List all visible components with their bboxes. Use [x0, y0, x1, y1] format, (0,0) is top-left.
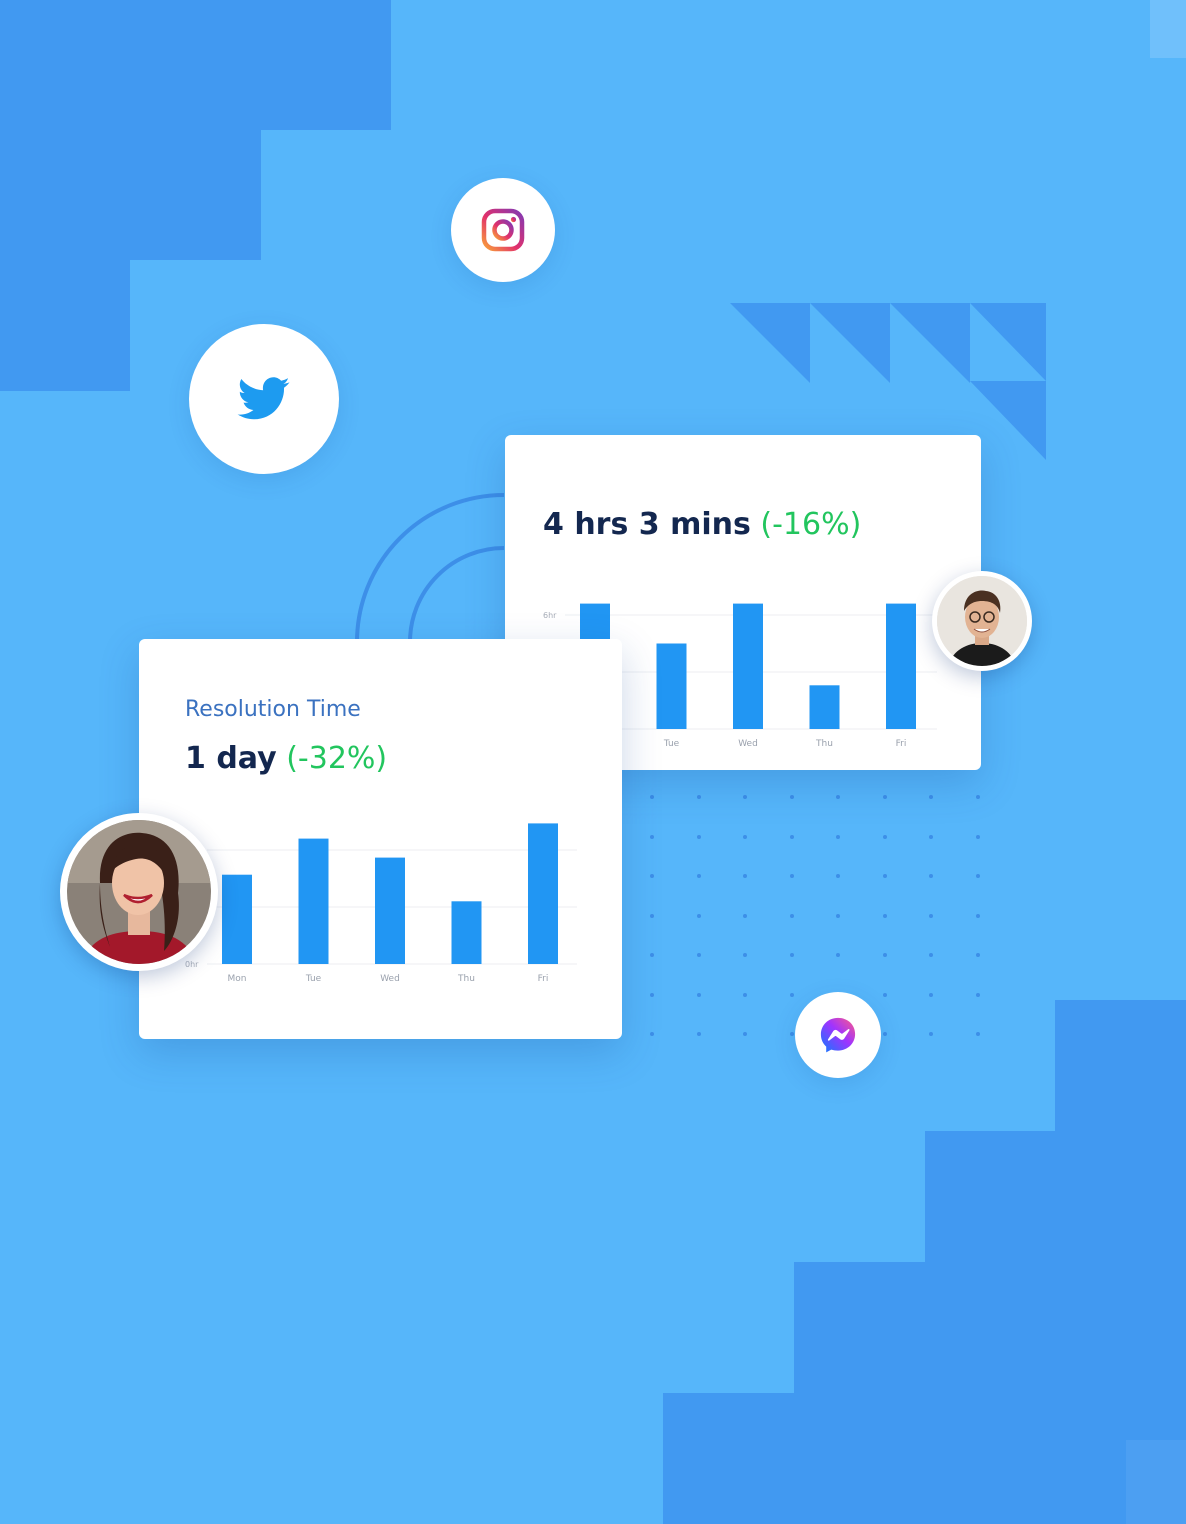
decor-dot	[696, 834, 701, 839]
decor-dot	[743, 1032, 747, 1036]
decor-step	[663, 1393, 1186, 1524]
bar-thu	[451, 901, 482, 964]
x-tick-label: Thu	[457, 974, 475, 984]
decor-dot	[975, 953, 980, 957]
bar-tue	[298, 838, 329, 964]
decor-dot	[789, 1032, 794, 1036]
decor-dot	[836, 874, 840, 878]
decor-dot	[882, 953, 887, 957]
illustration-canvas: 4 hrs 3 mins (-16%) 0hr3hr6hrMonTueWedTh…	[0, 0, 1186, 1524]
decor-dot	[696, 953, 701, 957]
instagram-badge	[451, 178, 555, 282]
decor-dot	[650, 795, 654, 799]
x-tick-label: Tue	[663, 739, 680, 749]
bar-tue	[656, 643, 687, 729]
avatar-woman-image	[67, 820, 211, 964]
decor-square	[1126, 1440, 1186, 1524]
decor-dot	[789, 913, 794, 918]
twitter-badge	[189, 324, 339, 474]
y-tick-label: 0hr	[185, 960, 199, 969]
decor-step	[0, 0, 391, 130]
avatar-woman	[60, 813, 218, 971]
decor-dot	[836, 795, 840, 799]
decor-dot	[743, 795, 747, 799]
decor-dot	[650, 834, 654, 839]
decor-dot	[929, 992, 933, 997]
decor-dot	[743, 874, 747, 878]
decor-step	[0, 260, 130, 391]
decor-dot	[882, 913, 887, 918]
bar-thu	[809, 685, 840, 729]
decor-dot	[836, 913, 840, 918]
decor-dot	[929, 795, 933, 799]
bar-mon	[222, 874, 252, 964]
decor-dot	[975, 913, 980, 918]
decor-dot	[743, 992, 747, 997]
decor-dot	[789, 795, 794, 799]
bar-chart-front: 0hr Mon Tue Wed Thu Fri	[185, 823, 577, 984]
decor-dot	[696, 913, 701, 918]
y-tick-label: 6hr	[543, 611, 557, 620]
resolution-card-front: Resolution Time 1 day (-32%) 0hr Mon Tue We…	[139, 639, 622, 1039]
decor-dot	[975, 992, 980, 997]
decor-dot	[975, 834, 980, 839]
x-tick-label: Thu	[815, 739, 833, 749]
decor-dot	[650, 992, 654, 997]
decor-dot	[975, 874, 980, 878]
instagram-icon	[481, 208, 525, 252]
bar-wed	[733, 603, 763, 729]
decor-dot	[696, 795, 701, 799]
decor-dot	[882, 1032, 887, 1036]
x-tick-label: Tue	[305, 974, 322, 984]
decor-dot	[929, 913, 933, 918]
x-tick-label: Fri	[896, 739, 907, 749]
x-tick-label: Wed	[738, 739, 758, 749]
decor-dot	[696, 874, 701, 878]
decor-dot	[650, 913, 654, 918]
decor-dot	[789, 874, 794, 878]
decor-dot	[743, 953, 747, 957]
x-tick-label: Wed	[380, 974, 400, 984]
decor-dot	[789, 992, 794, 997]
avatar-man	[932, 571, 1032, 671]
twitter-icon	[237, 377, 290, 420]
decor-dot	[929, 1032, 933, 1036]
decor-dot	[882, 992, 887, 997]
decor-dot	[650, 953, 654, 957]
decor-dot	[696, 992, 701, 997]
decor-dot	[929, 834, 933, 839]
decor-dot	[743, 834, 747, 839]
bar-fri	[886, 603, 916, 729]
decor-dot	[975, 795, 980, 799]
decor-dot	[836, 953, 840, 957]
x-tick-label: Fri	[538, 974, 549, 984]
decor-dot	[929, 874, 933, 878]
decor-dot	[789, 834, 794, 839]
decor-dot	[882, 834, 887, 839]
decor-square	[1150, 0, 1186, 58]
decor-dot	[975, 1032, 980, 1036]
decor-dot	[929, 953, 933, 957]
decor-dot	[696, 1032, 701, 1036]
decor-dot	[882, 874, 887, 878]
decor-dot	[650, 1032, 654, 1036]
bar-fri	[528, 823, 558, 964]
decor-dot	[882, 795, 887, 799]
x-tick-label: Mon	[228, 974, 247, 984]
decor-step	[0, 130, 261, 260]
decor-dot	[836, 834, 840, 839]
messenger-badge	[795, 992, 881, 1078]
decor-dot	[650, 874, 654, 878]
bar-wed	[375, 857, 405, 964]
messenger-icon	[820, 1017, 856, 1053]
decor-dot	[743, 913, 747, 918]
decor-dot	[789, 953, 794, 957]
avatar-man-image	[937, 576, 1027, 666]
